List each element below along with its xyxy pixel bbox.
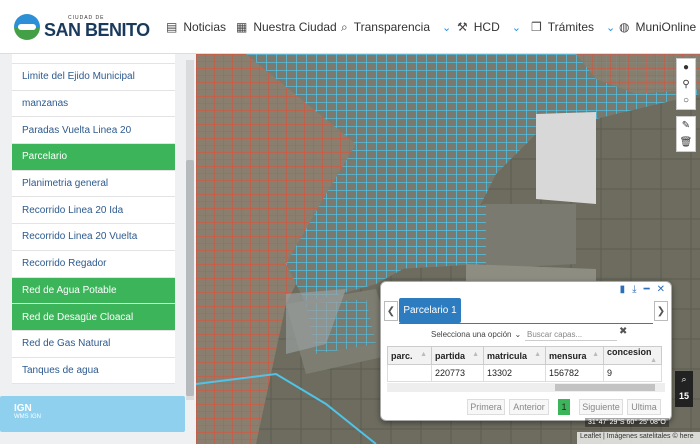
- clear-search-icon[interactable]: ✖: [619, 326, 627, 337]
- nav-munionline[interactable]: ◍ MuniOnline: [619, 0, 696, 54]
- sort-icon[interactable]: ▲: [534, 351, 541, 358]
- table-cell: [387, 364, 432, 382]
- scrollbar-thumb[interactable]: [555, 384, 655, 391]
- logo-title: SAN BENITO: [44, 19, 150, 40]
- popup-next-tab-button[interactable]: ❯: [654, 301, 668, 321]
- layer-select-value: Selecciona una opción: [431, 330, 512, 339]
- nav-label: HCD: [473, 20, 500, 34]
- gavel-icon: ⚒: [457, 20, 468, 34]
- sort-icon[interactable]: ▲: [650, 357, 657, 364]
- zoom-level: 15: [678, 391, 689, 401]
- table-cell: 13302: [483, 364, 546, 382]
- building-icon: ▦: [236, 20, 248, 34]
- table-cell: 9: [603, 364, 662, 382]
- column-header[interactable]: mensura ▲: [545, 346, 604, 365]
- globe-icon: ◍: [619, 20, 630, 34]
- popup-toolbar: ▮ ⤓ ━ ✕: [620, 284, 665, 295]
- nav-label: Nuestra Ciudad: [253, 20, 337, 34]
- pager-last-button[interactable]: Ultima: [627, 399, 661, 415]
- sort-icon[interactable]: ▲: [592, 351, 599, 358]
- popup-prev-tab-button[interactable]: ❮: [384, 301, 398, 321]
- table-cell: 220773: [431, 364, 484, 382]
- pager-next-button[interactable]: Siguiente: [579, 399, 623, 415]
- draw-circle-icon[interactable]: ○: [677, 92, 695, 109]
- pager-current-page[interactable]: 1: [558, 399, 570, 415]
- layer-list: Limite del Ejido Municipal manzanas Parada…: [12, 54, 175, 386]
- layer-item[interactable]: Planimetria general: [12, 170, 175, 198]
- minimize-icon[interactable]: ━: [644, 284, 650, 295]
- basemap-source-subtitle: WMS IGN: [14, 414, 41, 420]
- nav-label: Noticias: [183, 20, 227, 34]
- column-header-label: parc.: [391, 350, 413, 361]
- draw-marker-icon[interactable]: ⚲: [677, 76, 695, 93]
- column-header[interactable]: parc. ▲: [387, 346, 432, 365]
- layer-item[interactable]: Limite del Ejido Municipal: [12, 64, 175, 91]
- cursor-coordinates: 31°47' 29"S 60° 25' 08"O: [585, 418, 669, 427]
- layer-select[interactable]: Selecciona una opción ⌄: [427, 328, 523, 341]
- nav-hcd[interactable]: ⚒ HCD ⌄: [457, 0, 521, 54]
- zoom-search-icon[interactable]: ⌕: [681, 374, 686, 385]
- tab-parcelario[interactable]: Parcelario 1: [399, 298, 461, 323]
- newspaper-icon: ▤: [166, 20, 178, 34]
- column-header[interactable]: concesion ▲: [603, 346, 662, 365]
- search-icon: ⌕: [341, 19, 348, 34]
- layer-item[interactable]: Tanques de agua: [12, 357, 175, 385]
- table-cell: 156782: [545, 364, 604, 382]
- nav-tramites[interactable]: ❐ Trámites ⌄: [531, 0, 615, 54]
- nav-label: Transparencia: [353, 20, 430, 34]
- layer-item[interactable]: Paradas Vuelta Linea 20: [12, 117, 175, 145]
- layers-sidebar: Limite del Ejido Municipal manzanas Parada…: [0, 54, 196, 444]
- attribute-table: parc. ▲ partida ▲ matricula ▲ mensura ▲ concesio…: [387, 346, 662, 382]
- trash-icon[interactable]: 🗑: [677, 134, 695, 151]
- basemap-source-title: IGN: [14, 403, 32, 414]
- top-navbar: CIUDAD DE SAN BENITO ▤ Noticias ▦ Nuestra …: [0, 0, 700, 54]
- chevron-down-icon: ⌄: [442, 21, 452, 34]
- chevron-down-icon: ⌄: [606, 21, 616, 34]
- pager-first-button[interactable]: Primera: [467, 399, 505, 415]
- nav-transparencia[interactable]: ⌕ Transparencia ⌄: [341, 0, 451, 54]
- nav-nuestra-ciudad[interactable]: ▦ Nuestra Ciudad: [236, 0, 337, 54]
- copy-icon: ❐: [531, 20, 542, 34]
- sort-icon[interactable]: ▲: [472, 351, 479, 358]
- nav-label: MuniOnline: [635, 20, 697, 34]
- column-header-label: matricula: [487, 350, 528, 361]
- close-icon[interactable]: ✕: [657, 284, 665, 295]
- chevron-down-icon: ⌄: [514, 330, 522, 339]
- logo-mark-icon: [14, 14, 40, 40]
- map-attribution[interactable]: Leaflet | Imágenes satelitales © here: [577, 432, 700, 444]
- edit-icon[interactable]: ✎: [677, 117, 695, 134]
- sidebar-scrollbar-thumb[interactable]: [186, 160, 194, 396]
- draw-point-icon[interactable]: ●: [677, 59, 695, 76]
- draw-toolbar: ● ⚲ ○: [676, 58, 696, 110]
- layer-item[interactable]: Recorrido Linea 20 Vuelta: [12, 224, 175, 251]
- download-icon[interactable]: ⤓: [632, 284, 636, 295]
- layer-item[interactable]: Recorrido Linea 20 Ida: [12, 197, 175, 225]
- edit-toolbar: ✎ 🗑: [676, 116, 696, 152]
- feature-info-popup: ▮ ⤓ ━ ✕ ❮ Parcelario 1 ❯ Selecciona una …: [380, 281, 672, 421]
- nav-noticias[interactable]: ▤ Noticias: [166, 0, 226, 54]
- basemap-source-panel[interactable]: IGN WMS IGN: [0, 396, 185, 432]
- pager-prev-button[interactable]: Anterior: [509, 399, 549, 415]
- chevron-down-icon: ⌄: [511, 21, 521, 34]
- layer-item[interactable]: Red de Desagüe Cloacal: [12, 304, 175, 331]
- layer-search-input[interactable]: Buscar capas...: [525, 328, 617, 341]
- table-horizontal-scrollbar[interactable]: [387, 383, 665, 392]
- site-logo[interactable]: CIUDAD DE SAN BENITO: [14, 10, 150, 44]
- sort-icon[interactable]: ▲: [420, 351, 427, 358]
- column-header-label: mensura: [549, 350, 587, 361]
- layer-item[interactable]: Red de Agua Potable: [12, 277, 175, 305]
- column-header[interactable]: partida ▲: [431, 346, 484, 365]
- layer-item[interactable]: Parcelario: [12, 144, 175, 171]
- layer-item[interactable]: Recorrido Regador: [12, 250, 175, 278]
- chart-icon[interactable]: ▮: [620, 284, 626, 295]
- tab-underline: [399, 323, 653, 324]
- column-header-label: concesion: [607, 347, 652, 357]
- column-header[interactable]: matricula ▲: [483, 346, 546, 365]
- layer-item[interactable]: Red de Gas Natural: [12, 330, 175, 358]
- column-header-label: partida: [435, 350, 466, 361]
- zoom-control[interactable]: ⌕ 15: [675, 371, 693, 407]
- nav-label: Trámites: [547, 20, 594, 34]
- layer-item[interactable]: manzanas: [12, 90, 175, 118]
